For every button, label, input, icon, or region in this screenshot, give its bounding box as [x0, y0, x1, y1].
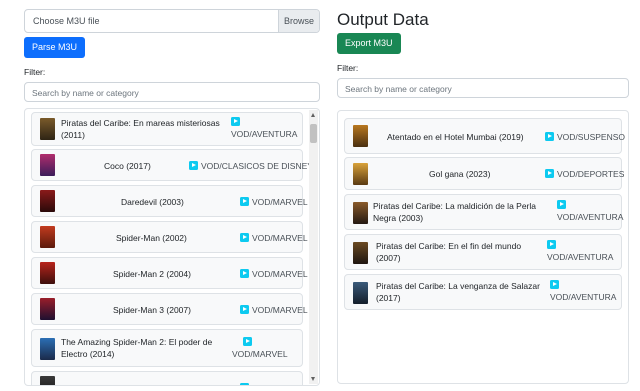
item-name: Spider-Man 2 (2004): [113, 269, 191, 279]
scrollbar[interactable]: [309, 110, 318, 384]
list-item[interactable]: Piratas del Caribe: En el fin del mundo …: [344, 234, 622, 270]
poster-thumbnail: [353, 125, 368, 147]
list-item[interactable]: Daredevil (2003) VOD/MARVEL: [31, 185, 308, 217]
scroll-up-icon[interactable]: [311, 113, 315, 117]
play-icon[interactable]: [545, 132, 554, 141]
poster-thumbnail: [40, 154, 55, 176]
parse-m3u-button[interactable]: Parse M3U: [24, 37, 86, 58]
item-name: Piratas del Caribe: En mareas misteriosa…: [61, 118, 220, 140]
output-list-panel[interactable]: Atentado en el Hotel Mumbai (2019) VOD/S…: [337, 110, 629, 384]
list-item[interactable]: Spider-Man 3 (2007) VOD/MARVEL: [31, 293, 308, 325]
play-icon[interactable]: [547, 240, 556, 249]
item-name: Coco (2017): [104, 161, 151, 171]
list-item[interactable]: Coco (2017) VOD/CLASICOS DE DISNEY: [31, 149, 313, 181]
play-icon[interactable]: [240, 269, 249, 278]
item-category: VOD/MARVEL: [240, 196, 308, 208]
poster-thumbnail: [40, 226, 55, 248]
filter-label: Filter:: [337, 63, 359, 73]
item-category: VOD/AVENTURA: [231, 116, 297, 140]
poster-thumbnail: [40, 338, 55, 360]
item-category: VOD/AVENTURA: [557, 199, 623, 223]
list-item[interactable]: Piratas del Caribe: La venganza de Salaz…: [344, 274, 622, 310]
item-category: VOD/MARVEL: [232, 336, 288, 360]
play-icon[interactable]: [240, 305, 249, 314]
page-title: Output Data: [337, 10, 429, 29]
play-icon[interactable]: [240, 383, 249, 385]
play-icon[interactable]: [189, 161, 198, 170]
item-name: The Amazing Spider-Man 2: El poder de El…: [61, 337, 213, 359]
list-item[interactable]: Gol gana (2023) VOD/DEPORTES: [344, 157, 624, 190]
search-input[interactable]: Search by name or category: [24, 82, 320, 102]
item-category: [240, 382, 252, 385]
scroll-down-icon[interactable]: [311, 377, 315, 381]
poster-thumbnail: [353, 202, 368, 224]
play-icon[interactable]: [240, 197, 249, 206]
play-icon[interactable]: [231, 117, 240, 126]
list-item[interactable]: Spider-Man (2002) VOD/MARVEL: [31, 221, 308, 253]
play-icon[interactable]: [557, 200, 566, 209]
list-item[interactable]: [31, 371, 303, 385]
input-column: Choose M3U file Browse Parse M3U Filter:…: [24, 9, 320, 102]
item-name: Gol gana (2023): [429, 169, 491, 179]
browse-button[interactable]: Browse: [278, 10, 319, 32]
list-item[interactable]: The Amazing Spider-Man 2: El poder de El…: [31, 329, 303, 367]
poster-thumbnail: [40, 376, 55, 385]
item-category: VOD/AVENTURA: [550, 279, 616, 303]
item-name: Piratas del Caribe: La maldición de la P…: [373, 201, 537, 223]
play-icon[interactable]: [545, 169, 554, 178]
item-name: Spider-Man 3 (2007): [113, 305, 191, 315]
item-category: VOD/SUSPENSO: [545, 131, 625, 143]
poster-thumbnail: [353, 163, 368, 185]
scroll-thumb[interactable]: [310, 124, 317, 143]
item-name: Atentado en el Hotel Mumbai (2019): [387, 132, 524, 142]
file-input-text[interactable]: Choose M3U file: [25, 10, 278, 32]
filter-label: Filter:: [24, 67, 46, 77]
item-category: VOD/CLASICOS DE DISNEY: [189, 160, 313, 172]
poster-thumbnail: [353, 242, 368, 264]
item-category: VOD/AVENTURA: [547, 239, 613, 263]
poster-thumbnail: [40, 118, 55, 140]
item-category: VOD/DEPORTES: [545, 168, 624, 180]
output-column: Output Data Export M3U Filter: Search by…: [337, 9, 629, 98]
list-item[interactable]: Spider-Man 2 (2004) VOD/MARVEL: [31, 257, 308, 289]
item-name: Piratas del Caribe: La venganza de Salaz…: [376, 281, 540, 303]
item-name: Piratas del Caribe: En el fin del mundo …: [376, 241, 522, 263]
item-category: VOD/MARVEL: [240, 268, 308, 280]
poster-thumbnail: [40, 262, 55, 284]
item-category: VOD/MARVEL: [240, 304, 308, 316]
list-item[interactable]: Piratas del Caribe: La maldición de la P…: [344, 194, 623, 230]
search-input[interactable]: Search by name or category: [337, 78, 629, 98]
item-name: Daredevil (2003): [121, 197, 184, 207]
play-icon[interactable]: [243, 337, 252, 346]
file-input[interactable]: Choose M3U file Browse: [24, 9, 320, 33]
poster-thumbnail: [40, 298, 55, 320]
list-item[interactable]: Atentado en el Hotel Mumbai (2019) VOD/S…: [344, 118, 625, 154]
poster-thumbnail: [40, 190, 55, 212]
poster-thumbnail: [353, 282, 368, 304]
list-item[interactable]: Piratas del Caribe: En mareas misteriosa…: [31, 112, 303, 146]
export-m3u-button[interactable]: Export M3U: [337, 33, 401, 54]
input-list-panel[interactable]: Piratas del Caribe: En mareas misteriosa…: [24, 108, 320, 386]
play-icon[interactable]: [550, 280, 559, 289]
item-category: VOD/MARVEL: [240, 232, 308, 244]
play-icon[interactable]: [240, 233, 249, 242]
item-name: Spider-Man (2002): [116, 233, 187, 243]
